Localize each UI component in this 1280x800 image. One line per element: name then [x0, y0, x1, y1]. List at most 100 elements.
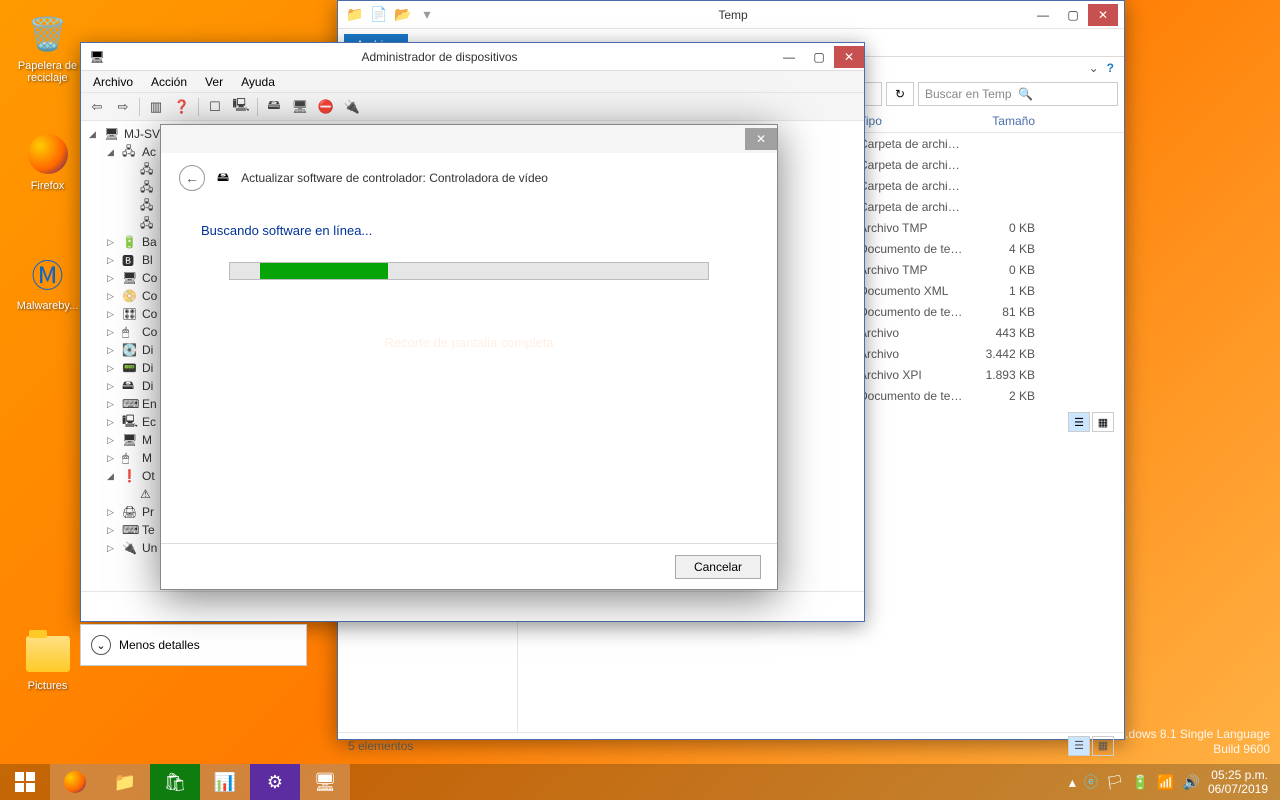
back-button[interactable]: ← — [179, 165, 205, 191]
clock[interactable]: 05:25 p.m. 06/07/2019 — [1208, 768, 1272, 797]
trash-icon: 🗑️ — [24, 10, 72, 58]
device-icon: 🖴 — [217, 168, 229, 189]
enable-button[interactable]: 🔌 — [340, 96, 364, 118]
toolbar: ⇦ ⇨ ▥ ❓ ☐ 🖳 🖴 🖥 ⛔ 🔌 — [81, 93, 864, 121]
icon-label: Firefox — [10, 180, 85, 192]
close-button[interactable]: ✕ — [745, 128, 777, 150]
wizard-body: Buscando software en línea... — [161, 203, 777, 300]
expand-icon[interactable]: ▷ — [107, 327, 118, 338]
expand-icon[interactable]: ◢ — [107, 147, 118, 158]
battery-icon[interactable]: 🔋 — [1132, 774, 1149, 791]
volume-icon[interactable]: 🔊 — [1183, 774, 1200, 791]
cancel-button[interactable]: Cancelar — [675, 555, 761, 579]
tree-item-label: M — [142, 433, 152, 447]
recycle-bin-icon[interactable]: 🗑️ Papelera de reciclaje — [10, 10, 85, 84]
device-icon: 🖧 — [122, 142, 138, 163]
help-icon[interactable]: ? — [1107, 61, 1114, 75]
forward-button[interactable]: ⇨ — [111, 96, 135, 118]
expand-icon[interactable]: ▷ — [107, 399, 118, 410]
titlebar: 🖥 Administrador de dispositivos — ▢ ✕ — [81, 43, 864, 71]
expand-icon[interactable]: ▷ — [107, 237, 118, 248]
expand-icon[interactable]: ▷ — [107, 525, 118, 536]
window-title: Administrador de dispositivos — [105, 50, 774, 64]
explorer-title: Temp — [440, 8, 1026, 22]
expand-icon[interactable]: ▷ — [107, 453, 118, 464]
expand-icon[interactable]: ▷ — [107, 345, 118, 356]
update-driver-button[interactable]: 🖴 — [262, 96, 286, 118]
malwarebytes-icon: Ⓜ — [24, 250, 72, 298]
expand-icon[interactable]: ▷ — [107, 309, 118, 320]
folder-open-icon[interactable]: 📂 — [392, 4, 414, 26]
disable-button[interactable]: ⛔ — [314, 96, 338, 118]
menu-accion[interactable]: Acción — [143, 73, 195, 91]
expand-icon[interactable]: ▷ — [107, 543, 118, 554]
clock-time: 05:25 p.m. — [1208, 768, 1268, 782]
expand-icon[interactable]: ▷ — [107, 273, 118, 284]
folder-small-icon[interactable]: 📁 — [344, 4, 366, 26]
details-view-button[interactable]: ☰ — [1068, 412, 1090, 432]
minimize-button[interactable]: — — [774, 46, 804, 68]
fewer-details-toggle[interactable]: ⌄ Menos detalles — [80, 624, 307, 666]
expand-icon[interactable]: ▷ — [107, 363, 118, 374]
minimize-button[interactable]: — — [1028, 4, 1058, 26]
search-icon: 🔍 — [1018, 87, 1111, 101]
help-button[interactable]: ❓ — [170, 96, 194, 118]
expand-icon[interactable]: ▷ — [107, 417, 118, 428]
icons-view-button[interactable]: ▦ — [1092, 736, 1114, 756]
expand-icon[interactable]: ▷ — [107, 507, 118, 518]
col-type[interactable]: Tipo — [851, 114, 971, 128]
close-button[interactable]: ✕ — [834, 46, 864, 68]
maximize-button[interactable]: ▢ — [1058, 4, 1088, 26]
expand-icon[interactable]: ▷ — [107, 291, 118, 302]
expand-icon[interactable]: ◢ — [107, 471, 118, 482]
col-size[interactable]: Tamaño — [971, 114, 1043, 128]
tree-item-label: Di — [142, 343, 153, 357]
expand-icon[interactable]: ▷ — [107, 255, 118, 266]
device-icon: ⌨ — [122, 397, 138, 411]
collapse-icon[interactable]: ◢ — [89, 129, 100, 140]
progress-bar — [229, 262, 709, 280]
tree-item-label: Te — [142, 523, 155, 537]
start-button[interactable] — [0, 764, 50, 800]
menu-archivo[interactable]: Archivo — [85, 73, 141, 91]
pictures-folder-icon[interactable]: Pictures — [10, 630, 85, 692]
malwarebytes-desktop-icon[interactable]: Ⓜ Malwareby... — [10, 250, 85, 312]
device-icon: 🖥 — [122, 271, 138, 285]
details-view-button[interactable]: ☰ — [1068, 736, 1090, 756]
taskbar-store[interactable]: 🛍 — [150, 764, 200, 800]
clock-date: 06/07/2019 — [1208, 782, 1268, 796]
device-icon: 🅱 — [122, 252, 138, 269]
devmgr-app-icon: 🖥 — [89, 49, 105, 65]
show-hide-tree-button[interactable]: ▥ — [144, 96, 168, 118]
expand-icon[interactable]: ▷ — [107, 381, 118, 392]
device-icon: 🖳 — [122, 412, 138, 433]
ribbon-dropdown-icon[interactable]: ⌄ — [1089, 61, 1099, 75]
edge-icon[interactable]: ⓔ — [1084, 772, 1098, 792]
uninstall-button[interactable]: 🖥 — [288, 96, 312, 118]
show-hidden-icons[interactable]: ▴ — [1069, 774, 1076, 791]
menu-ver[interactable]: Ver — [197, 73, 231, 91]
taskbar-settings[interactable]: ⚙ — [250, 764, 300, 800]
action-center-icon[interactable]: 🏳 — [1106, 774, 1124, 791]
refresh-button[interactable]: ↻ — [886, 82, 914, 106]
status-text: 5 elementos — [348, 739, 413, 753]
maximize-button[interactable]: ▢ — [804, 46, 834, 68]
new-file-icon[interactable]: 📄 — [368, 4, 390, 26]
tree-item-label: Co — [142, 289, 157, 303]
scan-button[interactable]: 🖳 — [229, 96, 253, 118]
properties-button[interactable]: ☐ — [203, 96, 227, 118]
device-icon: 🎛 — [122, 307, 138, 321]
taskbar-taskmgr[interactable]: 📊 — [200, 764, 250, 800]
back-button[interactable]: ⇦ — [85, 96, 109, 118]
expand-icon[interactable]: ▷ — [107, 435, 118, 446]
close-button[interactable]: ✕ — [1088, 4, 1118, 26]
tree-item-label: Bl — [142, 253, 153, 267]
wifi-icon[interactable]: 📶 — [1157, 774, 1174, 791]
search-input[interactable]: Buscar en Temp 🔍 — [918, 82, 1118, 106]
menu-ayuda[interactable]: Ayuda — [233, 73, 283, 91]
firefox-desktop-icon[interactable]: Firefox — [10, 130, 85, 192]
taskbar-devmgr[interactable]: 🖥 — [300, 764, 350, 800]
icons-view-button[interactable]: ▦ — [1092, 412, 1114, 432]
taskbar-firefox[interactable] — [50, 764, 100, 800]
taskbar-explorer[interactable]: 📁 — [100, 764, 150, 800]
